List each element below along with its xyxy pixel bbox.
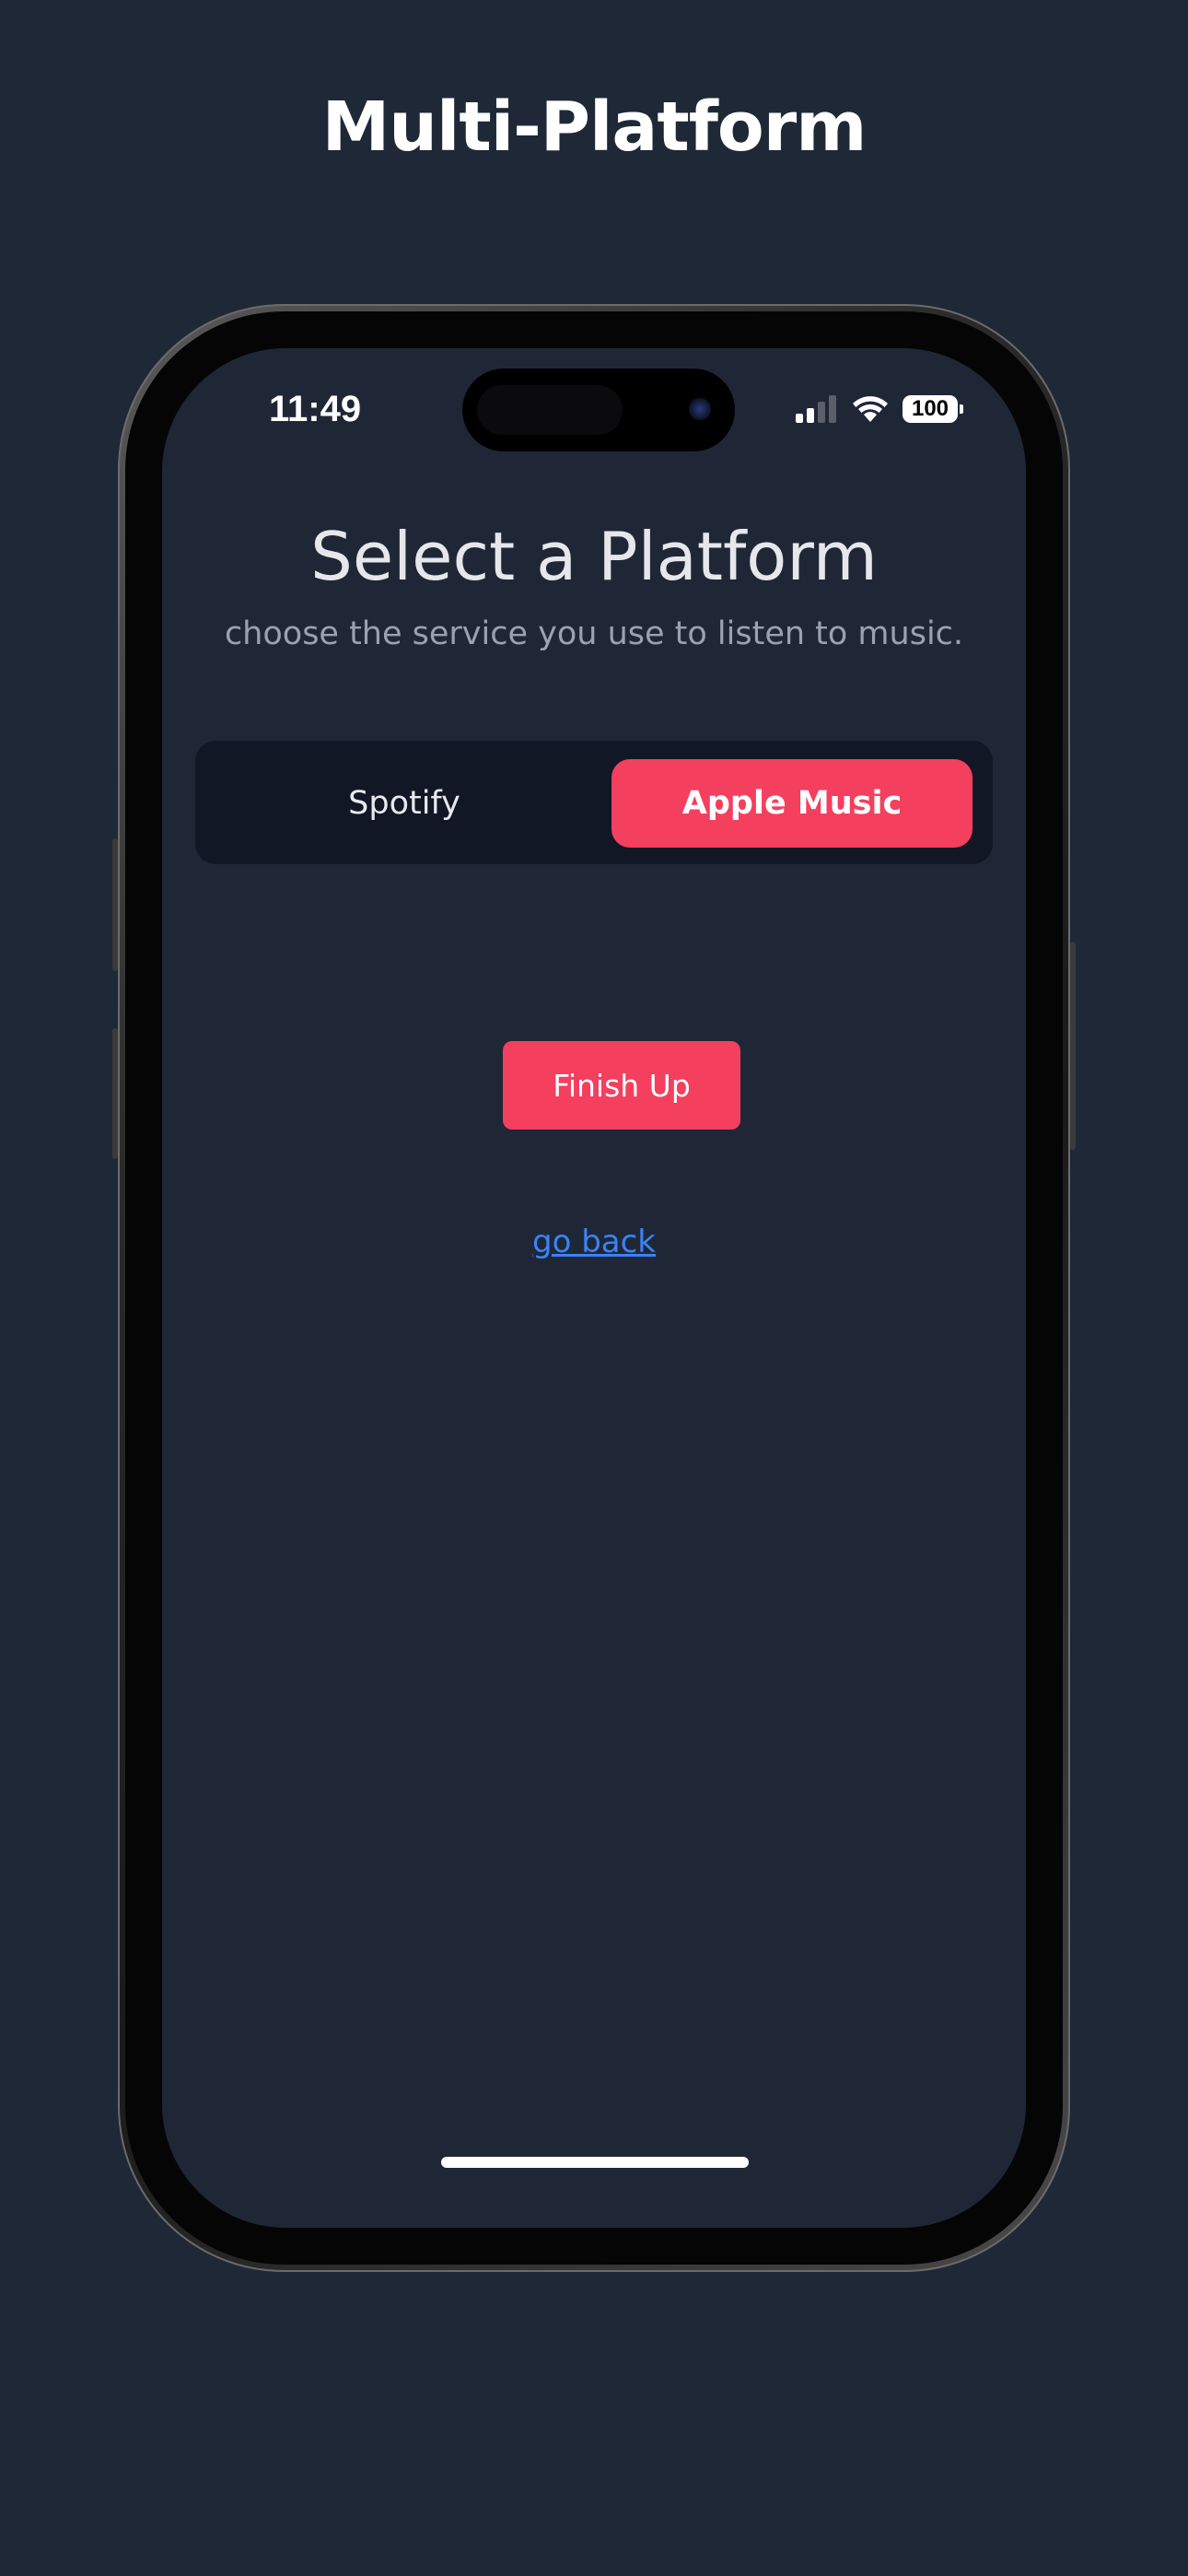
page-title: Select a Platform — [310, 518, 878, 595]
volume-up-button — [112, 840, 118, 971]
front-camera-icon — [689, 398, 711, 420]
status-time: 11:49 — [269, 389, 362, 429]
headline: Multi-Platform — [321, 88, 868, 167]
phone-frame: 11:49 100 Select a Platform choose the s… — [112, 304, 1076, 2272]
home-indicator[interactable] — [441, 2157, 749, 2168]
app-screen: 11:49 100 Select a Platform choose the s… — [162, 348, 1026, 2228]
page-subtitle: choose the service you use to listen to … — [224, 615, 964, 652]
battery-icon: 100 — [903, 395, 963, 423]
cellular-signal-icon — [796, 395, 836, 423]
platform-option-apple-music[interactable]: Apple Music — [611, 759, 973, 848]
platform-selector: Spotify Apple Music — [195, 741, 993, 864]
platform-option-label: Apple Music — [681, 785, 903, 822]
status-indicators: 100 — [796, 389, 963, 429]
dynamic-island — [462, 369, 735, 451]
finish-up-button[interactable]: Finish Up — [503, 1041, 740, 1130]
marketing-page: Multi-Platform 11:49 100 Select a Platfo… — [0, 0, 1188, 2576]
platform-option-spotify[interactable]: Spotify — [214, 759, 595, 848]
power-button — [1070, 942, 1076, 1150]
volume-down-button — [112, 1028, 118, 1159]
platform-option-label: Spotify — [348, 785, 460, 822]
battery-nub — [960, 404, 963, 414]
go-back-link[interactable]: go back — [162, 1222, 1026, 1262]
wifi-icon — [853, 396, 888, 422]
island-sensor — [477, 385, 623, 435]
battery-level: 100 — [911, 396, 949, 421]
